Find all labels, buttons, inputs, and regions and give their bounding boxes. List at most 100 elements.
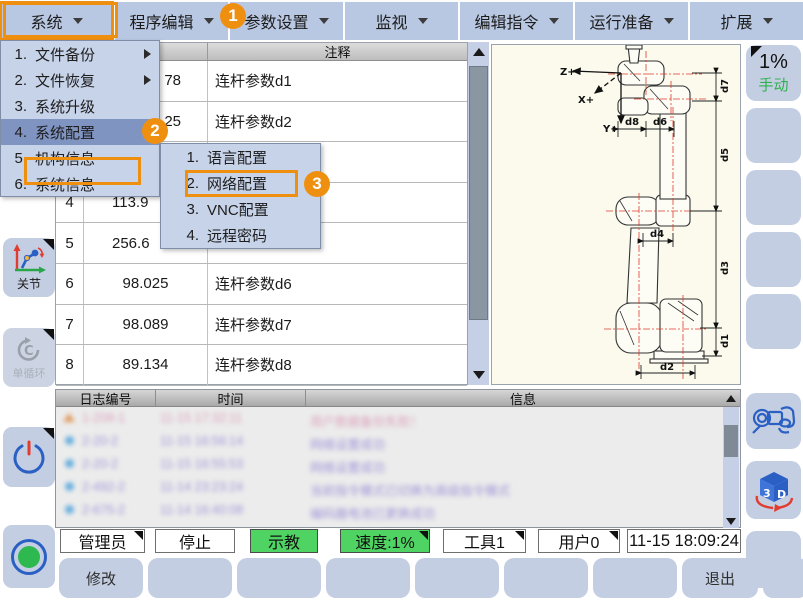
log-row: 1-208-111-15 17:32:11用户数据备份失败！ xyxy=(56,407,723,430)
status-user-level[interactable]: 管理员 xyxy=(60,529,145,553)
submenu-item-1[interactable]: 1.语言配置 xyxy=(161,144,320,170)
comment-cell: 连杆参数d6 xyxy=(208,264,467,304)
row-number-cell: 5 xyxy=(56,223,84,263)
step-badge-2: 2 xyxy=(142,118,168,144)
menu-item-label: 编辑指令 xyxy=(474,9,538,33)
bottom-button-退出[interactable]: 退出 xyxy=(682,558,758,598)
submenu-item-label: 网络配置 xyxy=(207,173,267,194)
log-scroll-thumb[interactable] xyxy=(724,425,738,457)
function-button-blank-2[interactable] xyxy=(746,170,801,225)
bottom-button-blank[interactable] xyxy=(326,558,410,598)
chevron-down-icon xyxy=(664,18,674,24)
log-header-id: 日志编号 xyxy=(56,390,156,406)
dropdown-item-label: 系统信息 xyxy=(35,174,95,195)
log-row: 2-20-211-15 16:56:14网络设置成功 xyxy=(56,430,723,453)
log-time: 11-14 16:39:58 xyxy=(160,526,310,527)
speed-percent: 1% xyxy=(759,51,788,74)
bottom-button-blank[interactable] xyxy=(237,558,321,598)
submenu-item-4[interactable]: 4.远程密码 xyxy=(161,222,320,248)
scroll-down-icon[interactable] xyxy=(468,365,489,385)
dropdown-item-6[interactable]: 6.系统信息 xyxy=(1,171,159,197)
menu-item-2[interactable]: 程序编辑 xyxy=(115,2,228,40)
log-message: 网络设置成功 xyxy=(310,434,723,453)
log-message: 当前指令模式已切换为高级指令模式 xyxy=(310,480,723,499)
function-button-blank-3[interactable] xyxy=(746,232,801,287)
row-number-cell: 7 xyxy=(56,305,84,345)
menu-item-label: 运行准备 xyxy=(589,9,653,33)
dropdown-item-1[interactable]: 1.文件备份 xyxy=(1,41,159,67)
servo-power-button[interactable] xyxy=(3,427,55,487)
table-row[interactable]: 698.025连杆参数d6 xyxy=(56,264,467,305)
table-row[interactable]: 798.089连杆参数d7 xyxy=(56,305,467,346)
menu-bar: 系统程序编辑 参数设置监视编辑指令 运行准备 扩展 xyxy=(0,0,803,40)
log-panel[interactable]: 日志编号 时间 信息 1-208-111-15 17:32:11用户数据备份失败… xyxy=(55,389,741,528)
bottom-button-blank[interactable] xyxy=(504,558,588,598)
bottom-button-blank[interactable] xyxy=(148,558,232,598)
dropdown-item-2[interactable]: 2.文件恢复 xyxy=(1,67,159,93)
status-speed[interactable]: 速度:1% xyxy=(340,529,430,553)
dim-label-d1: d1 xyxy=(720,334,731,348)
log-message: 用户数据备份失败！ xyxy=(310,411,723,430)
bottom-button-blank[interactable] xyxy=(593,558,677,598)
log-message: 编码器校准后请先使机械臂小幅度运动，请确保机械臂运行正常后再执行作业 xyxy=(310,526,723,527)
dropdown-item-5[interactable]: 5.机构信息 xyxy=(1,145,159,171)
function-button-blank-4[interactable] xyxy=(746,294,801,349)
submenu-item-3[interactable]: 3.VNC配置 xyxy=(161,196,320,222)
speed-mode-button[interactable]: 1% 手动 xyxy=(746,45,801,101)
robot-drawing-svg: Z+ X+ Y+ d8 d6 d4 d2 d7 d5 d3 d1 xyxy=(492,45,742,386)
cycle-button-label: 单循环 xyxy=(13,365,46,381)
power-icon xyxy=(10,438,48,476)
menu-item-1[interactable]: 系统 xyxy=(0,2,113,40)
step-badge-3: 3 xyxy=(304,171,330,197)
pendant-jog-button[interactable] xyxy=(746,393,801,449)
submenu-item-2[interactable]: 2.网络配置 xyxy=(161,170,320,196)
system-config-submenu: 1.语言配置2.网络配置3.VNC配置4.远程密码 xyxy=(160,143,321,249)
menu-item-6[interactable]: 运行准备 xyxy=(575,2,688,40)
dropdown-item-4[interactable]: 4.系统配置 xyxy=(1,119,159,145)
dim-label-d6: d6 xyxy=(653,117,667,128)
menu-item-label: 程序编辑 xyxy=(129,9,193,33)
table-row[interactable]: 889.134连杆参数d8 xyxy=(56,345,467,386)
single-cycle-button-disabled[interactable]: C 单循环 xyxy=(3,328,55,387)
joystick-icon xyxy=(751,401,797,441)
view-3d-button[interactable]: 3 D xyxy=(746,461,801,519)
menu-item-5[interactable]: 编辑指令 xyxy=(460,2,573,40)
status-user-frame[interactable]: 用户0 xyxy=(538,529,620,553)
dropdown-item-3[interactable]: 3.系统升级 xyxy=(1,93,159,119)
step-badge-1: 1 xyxy=(220,3,246,29)
log-scrollbar[interactable] xyxy=(723,407,739,528)
status-tool[interactable]: 工具1 xyxy=(443,529,526,553)
manual-mode-label: 手动 xyxy=(758,74,788,95)
svg-text:C: C xyxy=(24,344,34,359)
submenu-item-number: 1. xyxy=(161,149,199,166)
bottom-button-blank[interactable] xyxy=(763,558,803,598)
menu-item-3[interactable]: 参数设置 xyxy=(230,2,343,40)
scroll-thumb[interactable] xyxy=(469,66,488,320)
function-button-blank-1[interactable] xyxy=(746,108,801,163)
axis-label-z: Z+ xyxy=(560,67,576,78)
dim-label-d5: d5 xyxy=(720,148,731,162)
log-message: 网络设置成功 xyxy=(310,457,723,476)
menu-item-7[interactable]: 扩展 xyxy=(690,2,803,40)
table-scrollbar[interactable] xyxy=(468,42,489,385)
start-button[interactable] xyxy=(3,525,55,588)
log-id: 2-20-2 xyxy=(82,457,160,471)
table-header-comment: 注释 xyxy=(208,43,467,60)
chevron-down-icon xyxy=(418,18,428,24)
bottom-button-blank[interactable] xyxy=(415,558,499,598)
log-id: 2-675-2 xyxy=(82,503,160,517)
log-id: 2-492-2 xyxy=(82,480,160,494)
log-scroll-down-icon[interactable] xyxy=(723,513,739,529)
scroll-up-icon[interactable] xyxy=(468,42,489,62)
log-row: 1-630-111-14 16:39:58编码器校准后请先使机械臂小幅度运动，请… xyxy=(56,522,723,527)
log-scroll-up-icon[interactable] xyxy=(723,390,739,406)
value-cell: 98.089 xyxy=(84,305,208,345)
dim-label-d7: d7 xyxy=(720,79,731,93)
log-id: 1-630-1 xyxy=(82,526,160,527)
bottom-button-修改[interactable]: 修改 xyxy=(59,558,143,598)
comment-cell: 连杆参数d7 xyxy=(208,305,467,345)
dropdown-item-number: 1. xyxy=(1,46,27,63)
joint-coordinate-button[interactable]: 关节 xyxy=(3,238,55,297)
submenu-item-number: 4. xyxy=(161,227,199,244)
menu-item-4[interactable]: 监视 xyxy=(345,2,458,40)
